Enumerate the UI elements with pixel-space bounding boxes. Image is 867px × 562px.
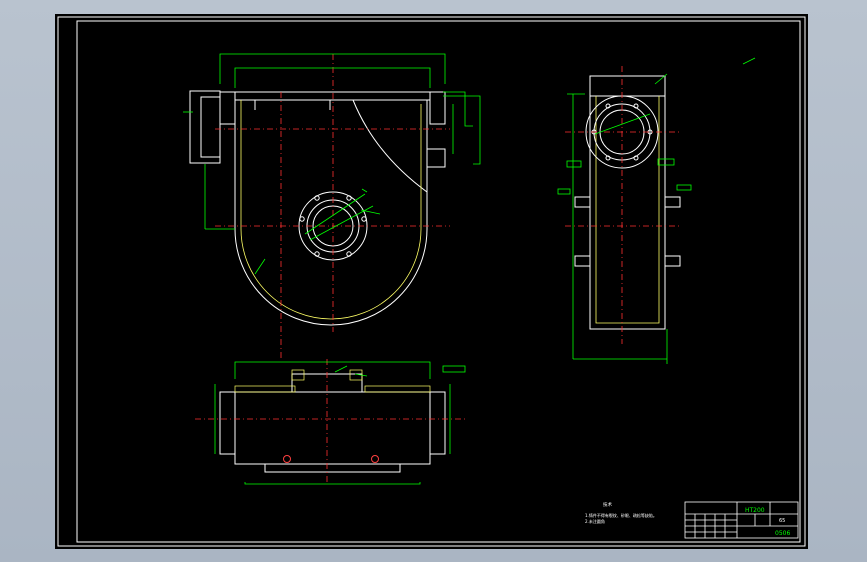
- drawing-sheet: 技术 1.铸件不得有裂纹、砂眼、疏松等缺陷。 2.未注圆角 HT200 65 0…: [55, 14, 808, 549]
- side-view: [574, 75, 681, 330]
- scale-label: 65: [779, 518, 785, 524]
- material-label: HT200: [745, 507, 765, 514]
- notes-line-2: 2.未注圆角: [585, 518, 605, 524]
- front-inner-wall: [240, 100, 422, 320]
- cad-viewport: 技术 1.铸件不得有裂纹、砂眼、疏松等缺陷。 2.未注圆角 HT200 65 0…: [0, 0, 867, 562]
- bottom-dimensions: [214, 361, 466, 485]
- front-dimensions: [183, 53, 481, 275]
- front-view: [189, 90, 446, 326]
- bottom-view: [219, 373, 446, 473]
- side-dimensions: [557, 57, 756, 364]
- outer-frame: [57, 16, 806, 547]
- bottom-hatch: [234, 369, 431, 393]
- drawing-number: 0506: [775, 530, 790, 537]
- inner-frame: [76, 20, 801, 543]
- cad-drawing: 技术 1.铸件不得有裂纹、砂眼、疏松等缺陷。 2.未注圆角 HT200 65 0…: [57, 16, 806, 547]
- notes-line-1: 1.铸件不得有裂纹、砂眼、疏松等缺陷。: [585, 512, 657, 518]
- notes-title: 技术: [603, 501, 612, 508]
- side-centerlines: [565, 66, 680, 344]
